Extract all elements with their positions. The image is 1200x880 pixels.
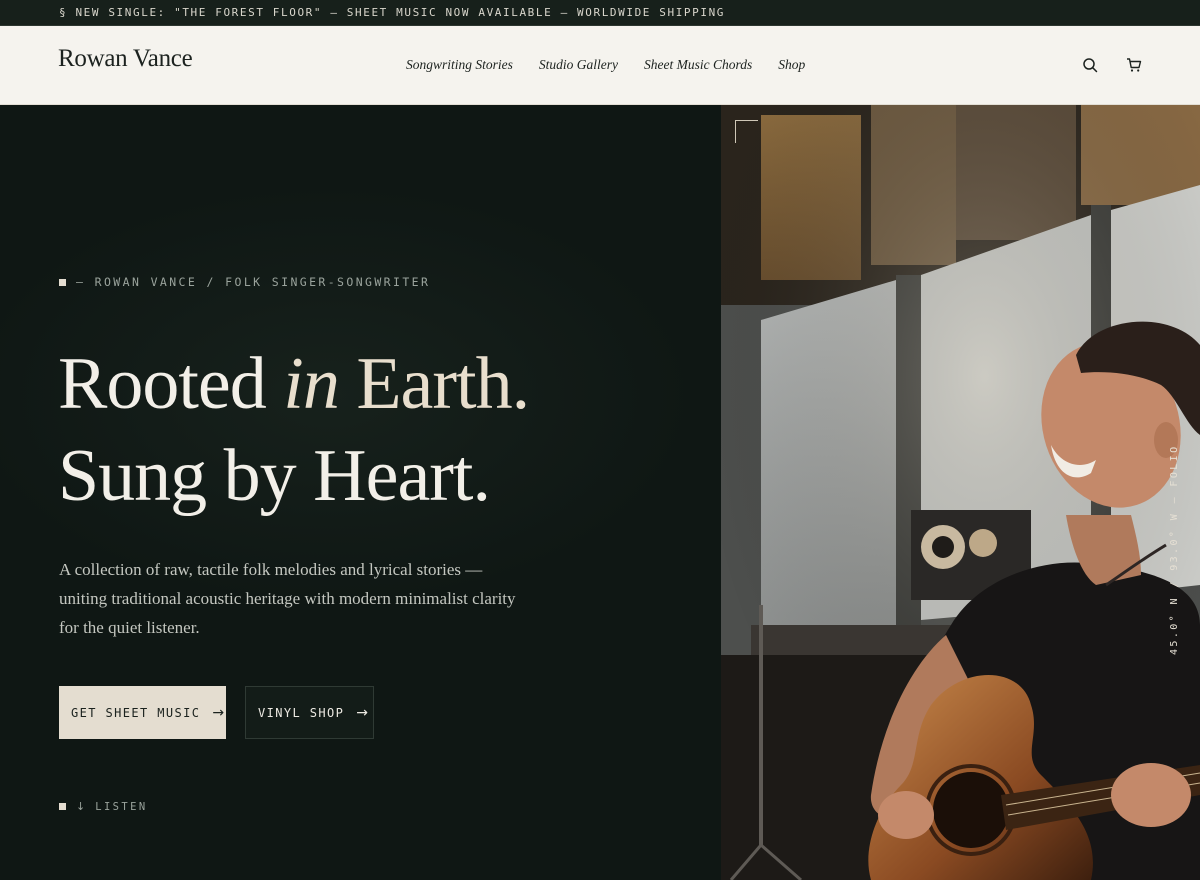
site-logo[interactable]: Rowan Vance — [58, 45, 193, 73]
get-sheet-music-button[interactable]: GET SHEET MUSIC → — [59, 686, 226, 739]
arrow-right-icon: → — [356, 704, 370, 721]
announcement-bar: § NEW SINGLE: "THE FOREST FLOOR" — SHEET… — [0, 0, 1200, 26]
hero-headline: Rooted in Earth. Sung by Heart. — [58, 338, 698, 522]
vinyl-shop-button[interactable]: VINYL SHOP → — [245, 686, 374, 739]
hero-description: A collection of raw, tactile folk melodi… — [59, 560, 516, 637]
headline-part-1: Rooted — [58, 343, 284, 425]
arrow-down-icon: ↓ — [76, 800, 86, 813]
square-bullet-icon — [59, 803, 66, 810]
vinyl-shop-label: VINYL SHOP — [258, 705, 345, 720]
search-icon[interactable] — [1082, 57, 1098, 73]
nav-songwriting-stories[interactable]: Songwriting Stories — [406, 57, 513, 73]
headline-line-2: Sung by Heart. — [58, 435, 491, 517]
square-bullet-icon — [59, 278, 66, 286]
hero-photo — [721, 105, 1200, 880]
listen-label: LISTEN — [95, 800, 148, 813]
nav-sheet-music-chords[interactable]: Sheet Music Chords — [644, 57, 752, 73]
cart-icon[interactable] — [1126, 57, 1142, 73]
coordinates-label: 45.0° N / 93.0° W — FOLIO — [1169, 444, 1180, 655]
headline-part-2: Earth. — [338, 343, 530, 425]
nav-shop[interactable]: Shop — [778, 57, 805, 73]
nav-studio-gallery[interactable]: Studio Gallery — [539, 57, 618, 73]
site-header: Rowan Vance Songwriting Stories Studio G… — [0, 26, 1200, 105]
eyebrow-text: — ROWAN VANCE / FOLK SINGER-SONGWRITER — [76, 275, 431, 289]
get-sheet-music-label: GET SHEET MUSIC — [71, 705, 201, 720]
corner-bracket-decoration — [735, 120, 758, 143]
announcement-text: § NEW SINGLE: "THE FOREST FLOOR" — SHEET… — [59, 6, 726, 19]
arrow-right-icon: → — [212, 704, 226, 721]
headline-emphasis: in — [283, 343, 340, 425]
hero-eyebrow: — ROWAN VANCE / FOLK SINGER-SONGWRITER — [59, 275, 430, 289]
main-nav: Songwriting Stories Studio Gallery Sheet… — [406, 57, 805, 73]
listen-link[interactable]: ↓ LISTEN — [59, 800, 148, 813]
musician-photo-illustration — [721, 105, 1200, 880]
